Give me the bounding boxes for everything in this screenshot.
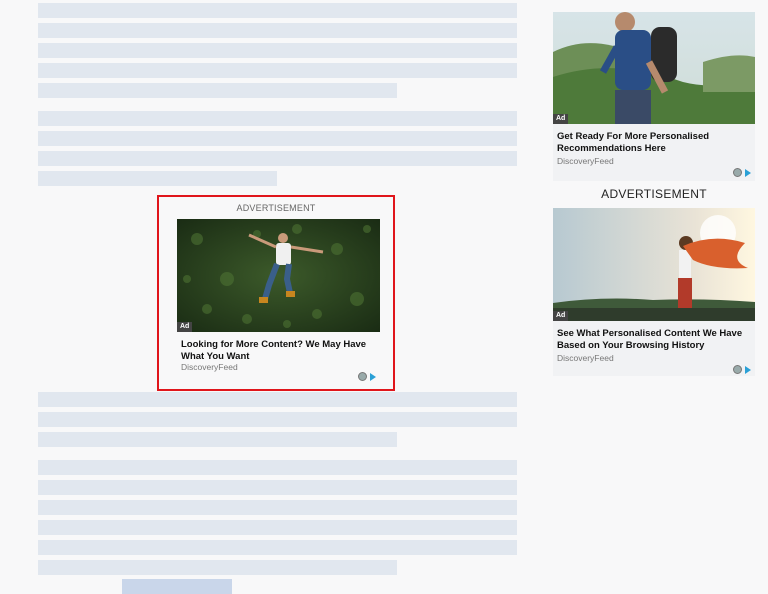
placeholder-line (38, 392, 517, 407)
ad-choices[interactable] (733, 365, 751, 374)
placeholder-line (38, 412, 517, 427)
ad-headline[interactable]: See What Personalised Content We Have Ba… (557, 328, 751, 352)
placeholder-line (38, 83, 397, 98)
placeholder-line (38, 171, 277, 186)
ad-badge: Ad (553, 114, 569, 124)
ad-source[interactable]: DiscoveryFeed (181, 362, 238, 372)
sidebar-ad-label: ADVERTISEMENT (601, 187, 707, 201)
ad-choices[interactable] (358, 372, 376, 381)
placeholder-line (38, 480, 517, 495)
adchoices-icon[interactable] (733, 168, 742, 177)
inline-ad-card[interactable]: Ad Looking for More Content? We May Have… (177, 219, 380, 382)
adchoices-icon[interactable] (733, 365, 742, 374)
inline-ad-container[interactable]: ADVERTISEMENT Ad Looking for More Conten… (157, 195, 395, 391)
ad-image-man-jumping[interactable]: Ad (177, 219, 380, 332)
placeholder-line (38, 43, 517, 58)
info-triangle-icon[interactable] (745, 168, 751, 177)
ad-headline[interactable]: Get Ready For More Personalised Recommen… (557, 131, 751, 155)
placeholder-line (38, 111, 517, 126)
sidebar-ad-card[interactable]: Ad See What Personalised Content We Have… (553, 208, 755, 376)
ad-image-hiker[interactable]: Ad (553, 12, 755, 124)
placeholder-line (122, 579, 232, 594)
ad-choices[interactable] (733, 168, 751, 177)
scarf-woman-illustration (553, 208, 755, 321)
placeholder-line (38, 432, 397, 447)
hedge-jump-illustration (177, 219, 380, 332)
info-triangle-icon[interactable] (745, 365, 751, 374)
ad-badge: Ad (553, 311, 569, 321)
placeholder-line (38, 520, 517, 535)
sidebar-ad-card[interactable]: Ad Get Ready For More Personalised Recom… (553, 12, 755, 181)
placeholder-line (38, 460, 517, 475)
ad-badge: Ad (177, 322, 193, 332)
placeholder-line (38, 540, 517, 555)
adchoices-icon[interactable] (358, 372, 367, 381)
placeholder-line (38, 151, 517, 166)
placeholder-line (38, 560, 397, 575)
ad-source[interactable]: DiscoveryFeed (557, 353, 614, 363)
hiker-illustration (553, 12, 755, 124)
ad-label: ADVERTISEMENT (236, 203, 316, 213)
placeholder-line (38, 131, 517, 146)
info-triangle-icon[interactable] (370, 372, 376, 381)
ad-headline[interactable]: Looking for More Content? We May Have Wh… (181, 339, 376, 363)
ad-source[interactable]: DiscoveryFeed (557, 156, 614, 166)
ad-image-scarf-woman[interactable]: Ad (553, 208, 755, 321)
placeholder-line (38, 500, 517, 515)
placeholder-line (38, 3, 517, 18)
placeholder-line (38, 23, 517, 38)
placeholder-line (38, 63, 517, 78)
